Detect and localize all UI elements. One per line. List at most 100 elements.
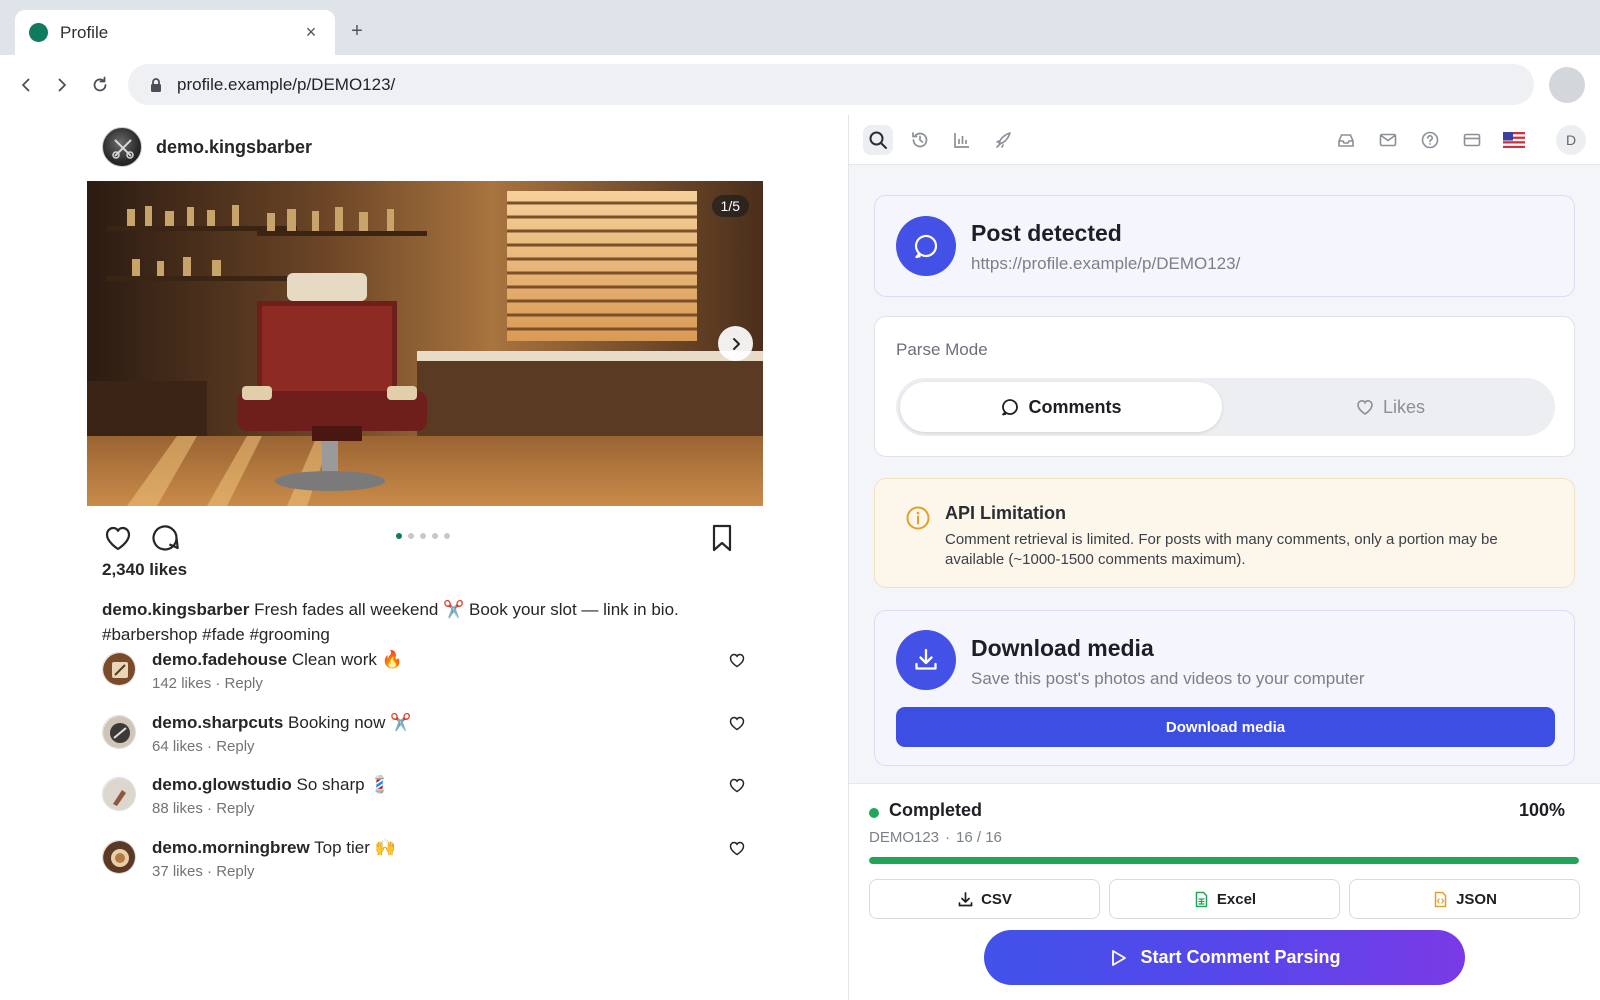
start-comment-parsing-label: Start Comment Parsing <box>1140 947 1341 967</box>
api-limitation-title: API Limitation <box>945 503 1066 523</box>
post-detected-title: Post detected <box>971 220 1122 246</box>
comment-text: Booking now ✂️ <box>288 712 412 732</box>
chart-icon[interactable] <box>947 125 977 155</box>
status-post-id: DEMO123 <box>869 829 940 846</box>
browser-profile-avatar[interactable] <box>1549 67 1585 103</box>
carousel-dot <box>408 533 414 539</box>
export-excel-button[interactable]: Excel <box>1109 879 1340 919</box>
like-heart-icon[interactable] <box>102 522 134 554</box>
comment-meta[interactable]: 64 likes · Reply <box>152 738 411 755</box>
caption-username[interactable]: demo.kingsbarber <box>102 600 249 619</box>
parse-mode-likes-label: Likes <box>1382 396 1426 417</box>
post-likes-count[interactable]: 2,340 likes <box>102 560 187 580</box>
heart-icon <box>1357 399 1373 415</box>
extension-toolbar: D <box>849 115 1600 165</box>
address-url: profile.example/p/DEMO123/ <box>177 74 396 94</box>
status-label: Completed <box>889 800 983 820</box>
commenter-avatar[interactable] <box>102 839 136 874</box>
start-comment-parsing-button[interactable]: Start Comment Parsing <box>984 930 1465 985</box>
tab-close-icon[interactable]: × <box>301 22 321 43</box>
parse-mode-card: Parse Mode Comments Likes <box>874 316 1575 457</box>
download-icon <box>958 891 973 906</box>
comment-username[interactable]: demo.sharpcuts <box>152 713 283 732</box>
bookmark-icon[interactable] <box>706 522 738 554</box>
post-author-avatar[interactable] <box>102 127 142 167</box>
comment-meta[interactable]: 37 likes · Reply <box>152 863 396 880</box>
parse-mode-comments-option[interactable]: Comments <box>900 382 1222 432</box>
comment-like-icon[interactable] <box>728 714 746 732</box>
download-media-button[interactable]: Download media <box>896 707 1555 747</box>
help-icon[interactable] <box>1415 125 1445 155</box>
rocket-icon[interactable] <box>989 125 1019 155</box>
comment-username[interactable]: demo.morningbrew <box>152 838 310 857</box>
download-media-title: Download media <box>971 635 1154 661</box>
tab-favicon-icon <box>29 23 48 42</box>
chat-bubble-icon <box>896 216 956 276</box>
post-caption: demo.kingsbarber Fresh fades all weekend… <box>102 597 742 647</box>
address-bar[interactable]: profile.example/p/DEMO123/ <box>128 64 1534 105</box>
comment-meta[interactable]: 142 likes · Reply <box>152 675 403 692</box>
mail-icon[interactable] <box>1373 125 1403 155</box>
download-media-card: Download media Save this post's photos a… <box>874 610 1575 766</box>
post-detected-card: Post detected https://profile.example/p/… <box>874 195 1575 297</box>
lock-icon <box>151 77 161 92</box>
export-json-label: JSON <box>1456 890 1497 908</box>
status-meta: DEMO123 · 16 / 16 <box>869 829 1002 846</box>
export-json-button[interactable]: JSON <box>1349 879 1580 919</box>
new-tab-button[interactable]: + <box>347 20 367 43</box>
forward-icon[interactable] <box>45 68 79 102</box>
export-csv-label: CSV <box>981 890 1012 908</box>
comment-list: demo.fadehouse Clean work 🔥 142 likes · … <box>102 645 752 895</box>
play-icon <box>1112 949 1127 966</box>
export-buttons: CSV Excel JSON <box>869 879 1580 919</box>
comment-like-icon[interactable] <box>728 651 746 669</box>
carousel-dot <box>420 533 426 539</box>
barbershop-photo <box>87 181 763 506</box>
post-actions <box>102 520 746 556</box>
status-dot-icon <box>869 808 879 818</box>
post-author-username[interactable]: demo.kingsbarber <box>156 137 312 158</box>
card-icon[interactable] <box>1457 125 1487 155</box>
comment-like-icon[interactable] <box>728 839 746 857</box>
commenter-avatar[interactable] <box>102 777 136 811</box>
browser-toolbar: profile.example/p/DEMO123/ <box>0 55 1600 115</box>
post-header: demo.kingsbarber <box>102 127 312 167</box>
comment-text: So sharp 💈 <box>296 775 391 794</box>
parse-mode-likes-option[interactable]: Likes <box>1229 382 1551 432</box>
code-file-icon <box>1434 891 1447 907</box>
carousel-dot <box>432 533 438 539</box>
comment-bubble-icon[interactable] <box>149 522 181 554</box>
comment-item: demo.fadehouse Clean work 🔥 142 likes · … <box>102 645 752 708</box>
browser-tab[interactable]: Profile × <box>15 10 335 55</box>
post-detected-url: https://profile.example/p/DEMO123/ <box>971 254 1241 273</box>
comment-meta[interactable]: 88 likes · Reply <box>152 800 390 817</box>
comment-username[interactable]: demo.fadehouse <box>152 650 287 669</box>
commenter-avatar[interactable] <box>102 652 136 686</box>
search-icon[interactable] <box>863 125 893 155</box>
comment-username[interactable]: demo.glowstudio <box>152 775 292 794</box>
carousel-dot <box>444 533 450 539</box>
comment-like-icon[interactable] <box>728 776 746 794</box>
back-icon[interactable] <box>9 68 43 102</box>
us-flag-icon[interactable] <box>1499 125 1529 155</box>
progress-bar <box>869 857 1579 864</box>
progress-bar-fill <box>869 857 1579 864</box>
post-view: demo.kingsbarber 1/5 2,340 likes demo.ki… <box>0 115 848 1000</box>
post-media-carousel[interactable]: 1/5 <box>87 181 763 506</box>
parse-mode-toggle: Comments Likes <box>896 378 1555 436</box>
spreadsheet-file-icon <box>1195 891 1208 907</box>
chevron-right-icon <box>732 337 740 350</box>
caption-hashtags[interactable]: #barbershop #fade #grooming <box>102 625 330 644</box>
export-csv-button[interactable]: CSV <box>869 879 1100 919</box>
media-next-button[interactable] <box>718 326 753 361</box>
download-media-subtitle: Save this post's photos and videos to yo… <box>971 669 1365 688</box>
carousel-dot <box>396 533 402 539</box>
status-count: 16 / 16 <box>956 829 1002 846</box>
reload-icon[interactable] <box>83 68 117 102</box>
tab-title: Profile <box>60 22 109 42</box>
inbox-icon[interactable] <box>1331 125 1361 155</box>
user-initial-avatar[interactable]: D <box>1556 125 1586 155</box>
parse-mode-label: Parse Mode <box>896 340 988 359</box>
commenter-avatar[interactable] <box>102 714 136 749</box>
history-icon[interactable] <box>905 125 935 155</box>
